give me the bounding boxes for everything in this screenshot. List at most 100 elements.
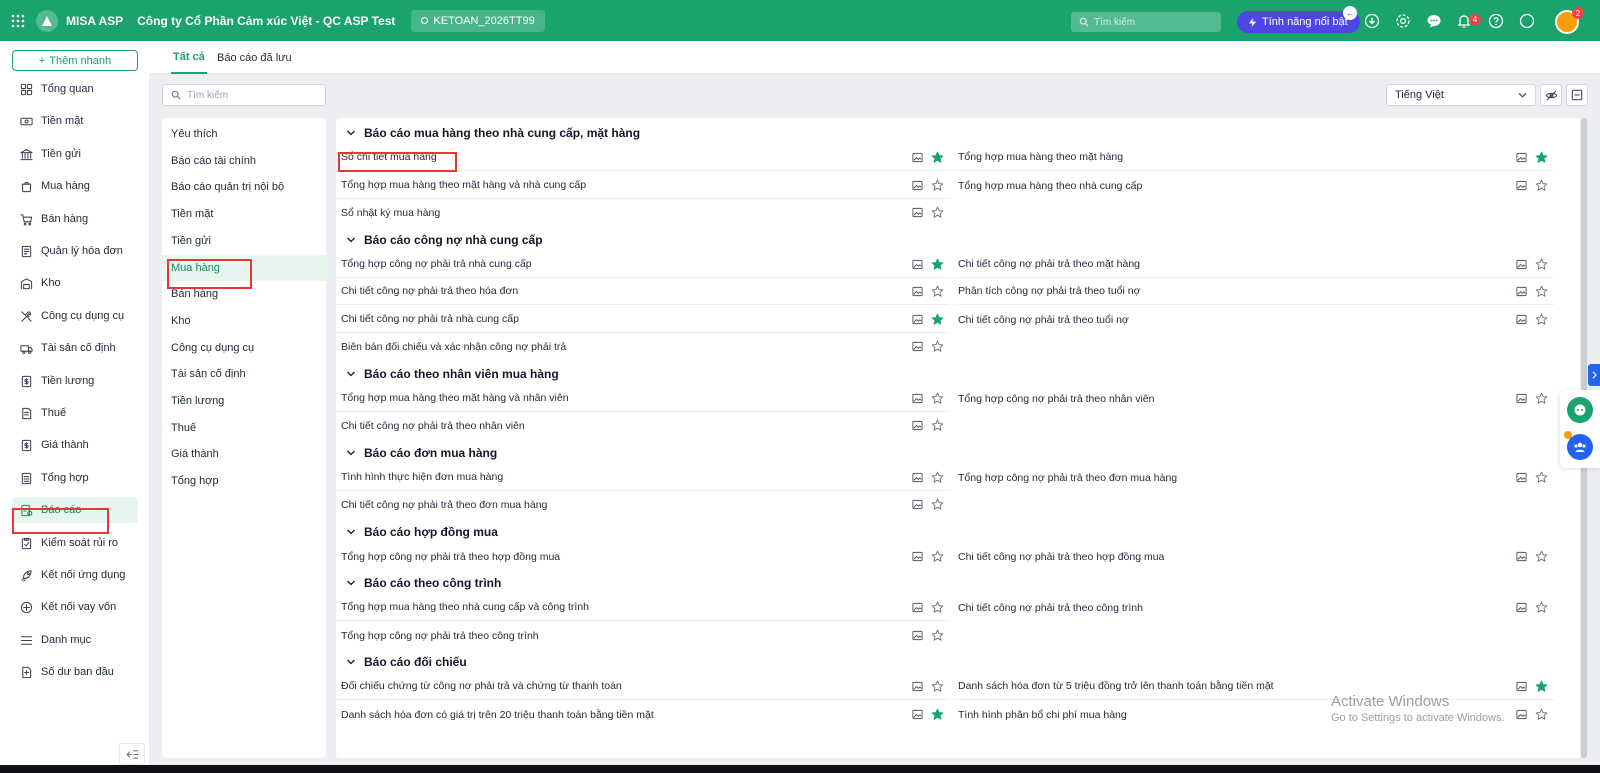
star-filled-icon[interactable] bbox=[1535, 680, 1548, 693]
star-icon[interactable] bbox=[931, 680, 944, 693]
preview-icon[interactable] bbox=[912, 286, 923, 297]
status-circle-icon[interactable] bbox=[1518, 12, 1536, 30]
star-icon[interactable] bbox=[931, 392, 944, 405]
category-tien-mat[interactable]: Tiền mặt bbox=[162, 201, 326, 227]
category-cong-cu-dung-cu[interactable]: Công cụ dụng cụ bbox=[162, 335, 326, 361]
report-group-header[interactable]: Báo cáo đối chiếu bbox=[346, 652, 467, 672]
preview-icon[interactable] bbox=[912, 207, 923, 218]
report-name[interactable]: Chi tiết công nợ phải trả theo tuổi nợ bbox=[953, 314, 1516, 326]
report-item[interactable]: Tổng hợp công nợ phải trả theo công trìn… bbox=[336, 622, 950, 649]
category-yeu-thich[interactable]: Yêu thích bbox=[162, 121, 326, 147]
star-filled-icon[interactable] bbox=[931, 708, 944, 721]
sidebar-item-so-du-ban-dau[interactable]: Số dư ban đầu bbox=[12, 659, 138, 685]
report-group-header[interactable]: Báo cáo hợp đồng mua bbox=[346, 522, 498, 542]
category-bao-cao-tai-chinh[interactable]: Báo cáo tài chính bbox=[162, 148, 326, 174]
preview-icon[interactable] bbox=[1516, 472, 1527, 483]
category-kho[interactable]: Kho bbox=[162, 308, 326, 334]
star-filled-icon[interactable] bbox=[931, 258, 944, 271]
star-icon[interactable] bbox=[1535, 313, 1548, 326]
preview-icon[interactable] bbox=[912, 630, 923, 641]
report-item[interactable]: Chi tiết công nợ phải trả theo công trìn… bbox=[953, 594, 1554, 621]
preview-icon[interactable] bbox=[1516, 709, 1527, 720]
report-name[interactable]: Tổng hợp mua hàng theo mặt hàng và nhân … bbox=[336, 392, 912, 404]
report-item[interactable]: Tổng hợp mua hàng theo nhà cung cấp và c… bbox=[336, 594, 950, 621]
sidebar-item-mua-hang[interactable]: Mua hàng bbox=[12, 173, 138, 199]
preview-icon[interactable] bbox=[1516, 393, 1527, 404]
preview-icon[interactable] bbox=[912, 499, 923, 510]
sidebar-item-kho[interactable]: Kho bbox=[12, 270, 138, 296]
report-group-header[interactable]: Báo cáo theo nhân viên mua hàng bbox=[346, 364, 559, 384]
report-name[interactable]: Chi tiết công nợ phải trả theo hóa đơn bbox=[336, 285, 912, 297]
report-item[interactable]: Đối chiếu chứng từ công nợ phải trả và c… bbox=[336, 673, 950, 700]
report-item[interactable]: Chi tiết công nợ phải trả theo đơn mua h… bbox=[336, 491, 950, 518]
report-name[interactable]: Tổng hợp công nợ phải trả theo đơn mua h… bbox=[953, 472, 1516, 484]
report-item[interactable]: Tổng hợp công nợ phải trả theo đơn mua h… bbox=[953, 464, 1554, 491]
help-icon[interactable] bbox=[1487, 12, 1505, 30]
preview-icon[interactable] bbox=[1516, 551, 1527, 562]
sidebar-item-quan-ly-hoa-don[interactable]: Quản lý hóa đơn bbox=[12, 238, 138, 264]
report-item[interactable]: Tổng hợp công nợ phải trả nhà cung cấp bbox=[336, 251, 950, 278]
report-item[interactable]: Chi tiết công nợ phải trả theo tuổi nợ bbox=[953, 306, 1554, 333]
collapse-all-icon[interactable] bbox=[1566, 84, 1588, 106]
support-chat-icon[interactable] bbox=[1567, 397, 1593, 423]
report-name[interactable]: Danh sách hóa đơn có giá trị trên 20 tri… bbox=[336, 709, 912, 721]
settings-icon[interactable] bbox=[1394, 12, 1412, 30]
report-name[interactable]: Danh sách hóa đơn từ 5 triệu đồng trở lê… bbox=[953, 680, 1516, 692]
report-name[interactable]: Chi tiết công nợ phải trả theo nhân viên bbox=[336, 420, 912, 432]
report-item[interactable]: Tổng hợp mua hàng theo mặt hàng và nhà c… bbox=[336, 172, 950, 199]
star-icon[interactable] bbox=[931, 340, 944, 353]
report-name[interactable]: Biên bản đối chiếu và xác nhận công nợ p… bbox=[336, 341, 912, 353]
language-select[interactable]: Tiếng Việt bbox=[1386, 84, 1536, 106]
chat-icon[interactable] bbox=[1425, 12, 1443, 30]
star-icon[interactable] bbox=[1535, 285, 1548, 298]
category-tien-gui[interactable]: Tiền gửi bbox=[162, 228, 326, 254]
star-icon[interactable] bbox=[1535, 258, 1548, 271]
category-tai-san-co-dinh[interactable]: Tài sản cố định bbox=[162, 361, 326, 387]
tab-all[interactable]: Tất cả bbox=[171, 41, 207, 74]
category-bao-cao-quan-tri-noi-bo[interactable]: Báo cáo quản trị nội bộ bbox=[162, 174, 326, 200]
preview-icon[interactable] bbox=[912, 551, 923, 562]
preview-icon[interactable] bbox=[1516, 286, 1527, 297]
sidebar-item-bao-cao[interactable]: Báo cáo bbox=[12, 497, 138, 523]
star-icon[interactable] bbox=[931, 498, 944, 511]
category-gia-thanh[interactable]: Giá thành bbox=[162, 441, 326, 467]
report-name[interactable]: Đối chiếu chứng từ công nợ phải trả và c… bbox=[336, 680, 912, 692]
report-name[interactable]: Tổng hợp công nợ phải trả theo hợp đồng … bbox=[336, 551, 912, 563]
collapse-sidebar-button[interactable] bbox=[119, 743, 145, 765]
preview-icon[interactable] bbox=[912, 152, 923, 163]
app-grid-icon[interactable] bbox=[0, 0, 36, 41]
report-name[interactable]: Tổng hợp công nợ phải trả nhà cung cấp bbox=[336, 258, 912, 270]
global-search-input[interactable]: Tìm kiếm bbox=[1071, 12, 1221, 32]
tab-saved-reports[interactable]: Báo cáo đã lưu bbox=[217, 41, 292, 74]
category-ban-hang[interactable]: Bán hàng bbox=[162, 281, 326, 307]
category-tong-hop[interactable]: Tổng hợp bbox=[162, 468, 326, 494]
sidebar-item-thue[interactable]: Thuế bbox=[12, 400, 138, 426]
report-item[interactable]: Chi tiết công nợ phải trả theo mặt hàng bbox=[953, 251, 1554, 278]
report-item[interactable]: Chi tiết công nợ phải trả nhà cung cấp bbox=[336, 306, 950, 333]
report-item[interactable]: Phân tích công nợ phải trả theo tuổi nợ bbox=[953, 278, 1554, 305]
star-icon[interactable] bbox=[931, 285, 944, 298]
preview-icon[interactable] bbox=[912, 602, 923, 613]
report-item[interactable]: Tổng hợp mua hàng theo mặt hàng bbox=[953, 144, 1554, 171]
preview-icon[interactable] bbox=[912, 472, 923, 483]
report-item[interactable]: Chi tiết công nợ phải trả theo nhân viên bbox=[336, 412, 950, 439]
preview-icon[interactable] bbox=[912, 341, 923, 352]
database-selector[interactable]: KETOAN_2026TT99 bbox=[411, 9, 545, 32]
star-icon[interactable] bbox=[931, 471, 944, 484]
preview-icon[interactable] bbox=[1516, 152, 1527, 163]
featured-features-button[interactable]: Tính năng nổi bật bbox=[1237, 11, 1360, 33]
preview-icon[interactable] bbox=[912, 709, 923, 720]
report-name[interactable]: Tổng hợp mua hàng theo nhà cung cấp và c… bbox=[336, 601, 912, 613]
sidebar-item-tai-san-co-dinh[interactable]: Tài sản cố định bbox=[12, 335, 138, 361]
star-icon[interactable] bbox=[931, 179, 944, 192]
report-name[interactable]: Chi tiết công nợ phải trả theo công trìn… bbox=[953, 602, 1516, 614]
sidebar-item-tien-gui[interactable]: Tiền gửi bbox=[12, 141, 138, 167]
report-name[interactable]: Tổng hợp mua hàng theo mặt hàng và nhà c… bbox=[336, 179, 912, 191]
report-item[interactable]: Tổng hợp công nợ phải trả theo nhân viên bbox=[953, 385, 1554, 412]
report-item[interactable]: Biên bản đối chiếu và xác nhận công nợ p… bbox=[336, 333, 950, 360]
category-mua-hang[interactable]: Mua hàng bbox=[162, 255, 326, 281]
star-filled-icon[interactable] bbox=[931, 151, 944, 164]
quick-add-button[interactable]: + Thêm nhanh bbox=[12, 50, 138, 71]
preview-icon[interactable] bbox=[1516, 314, 1527, 325]
preview-icon[interactable] bbox=[1516, 259, 1527, 270]
